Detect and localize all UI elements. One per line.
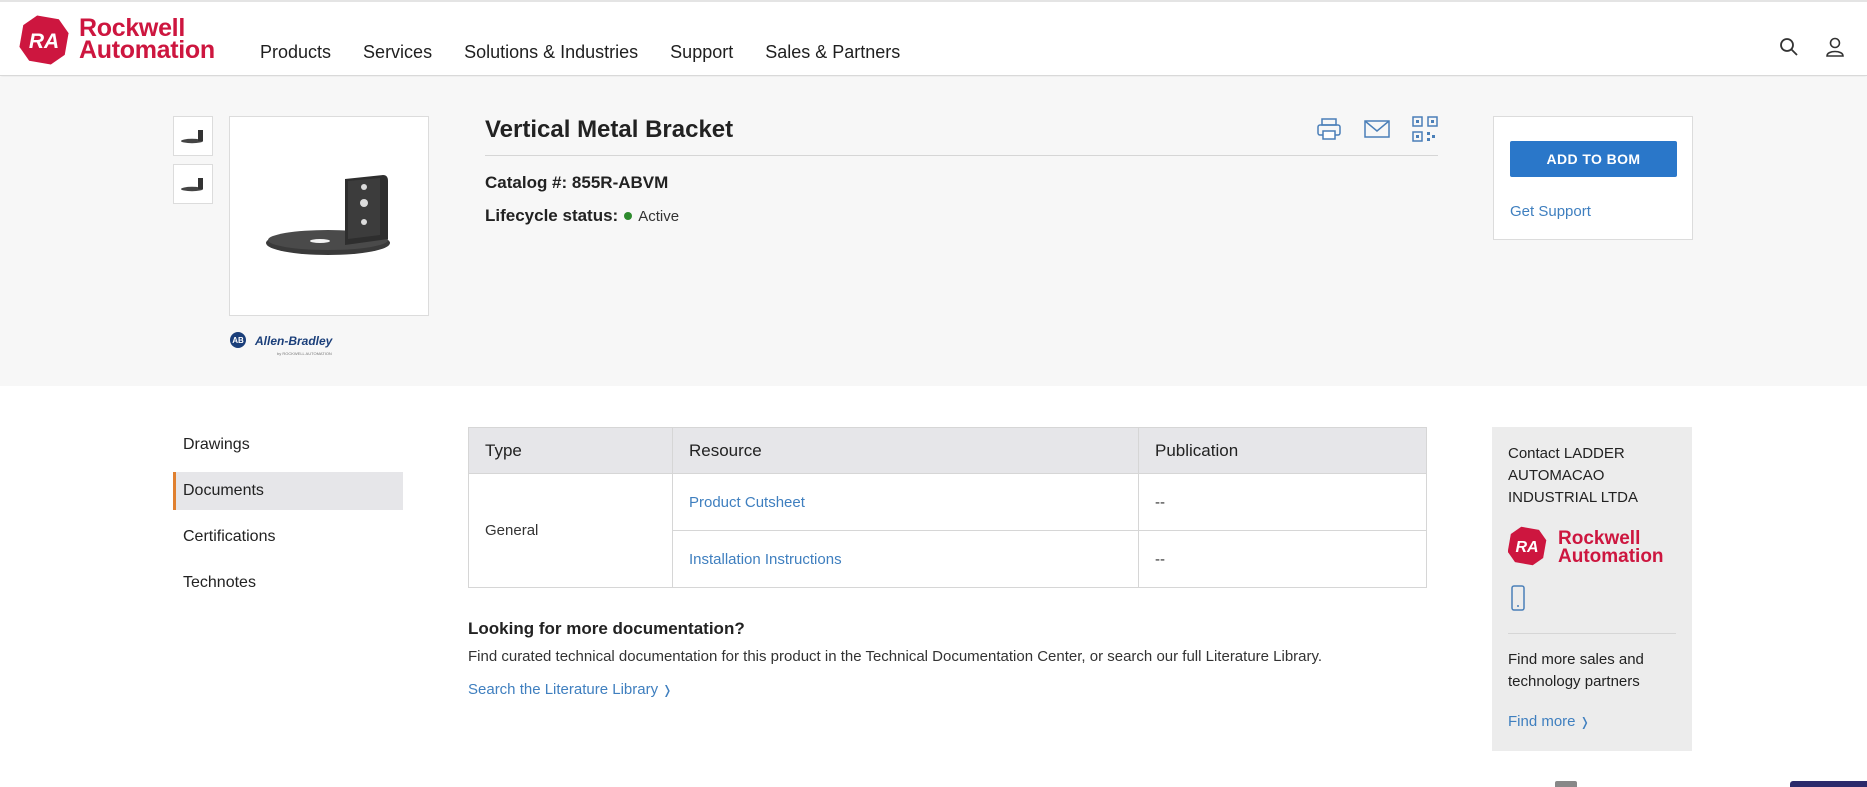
main-nav: Products Services Solutions & Industries… [260,42,932,63]
lifecycle-status: Lifecycle status: Active [485,206,679,226]
thumbnail-1[interactable] [173,116,213,156]
nav-solutions-industries[interactable]: Solutions & Industries [464,42,638,63]
phone-icon[interactable] [1508,585,1528,611]
resource-link-product-cutsheet[interactable]: Product Cutsheet [672,473,1139,531]
svg-text:by ROCKWELL AUTOMATION: by ROCKWELL AUTOMATION [277,351,332,356]
allen-bradley-mark-icon: AB Allen-Bradley by ROCKWELL AUTOMATION [230,332,334,356]
partners-text: Find more sales and technology partners [1508,651,1644,690]
vertical-bracket-image [266,175,390,255]
literature-library-link[interactable]: Search the Literature Library ❭ [468,681,672,698]
table-row: General Product Cutsheet -- [468,473,1427,588]
product-image[interactable] [229,116,429,316]
literature-library-label: Search the Literature Library [468,681,659,698]
find-more-label: Find more [1508,713,1576,730]
allen-bradley-logo: AB Allen-Bradley by ROCKWELL AUTOMATION [229,330,341,358]
nav-sales-partners[interactable]: Sales & Partners [765,42,900,63]
feedback-tab[interactable] [1790,781,1867,787]
nav-support[interactable]: Support [670,42,733,63]
chevron-right-icon: ❭ [1579,715,1590,729]
svg-text:Allen-Bradley: Allen-Bradley [254,334,334,348]
catalog-number: Catalog #: 855R-ABVM [485,173,668,193]
distributor-rockwell-logo: RA Rockwell Automation [1508,526,1664,567]
nav-services[interactable]: Services [363,42,432,63]
qr-code-icon[interactable] [1411,116,1439,142]
user-icon[interactable] [1824,36,1846,58]
catalog-label: Catalog #: [485,173,568,192]
column-header-publication: Publication [1138,427,1427,474]
resource-link-installation-instructions[interactable]: Installation Instructions [672,530,1139,588]
contact-heading: Contact LADDER AUTOMACAO INDUSTRIAL LTDA [1508,445,1639,506]
search-icon[interactable] [1778,36,1800,58]
find-more-link[interactable]: Find more ❭ [1508,713,1590,730]
type-cell: General [468,473,673,588]
lifecycle-value: Active [638,207,680,225]
rockwell-logo[interactable]: RA Rockwell Automation [19,15,231,67]
tab-certifications[interactable]: Certifications [173,518,403,556]
tab-technotes[interactable]: Technotes [173,564,403,602]
nav-products[interactable]: Products [260,42,331,63]
column-header-type: Type [468,427,673,474]
publication-cell: -- [1138,473,1427,531]
logo-wordmark: Rockwell Automation [79,16,215,64]
site-header: RA Rockwell Automation Products Services… [0,2,1867,76]
thumbnail-2[interactable] [173,164,213,204]
tab-drawings[interactable]: Drawings [173,426,403,464]
title-divider [485,155,1438,156]
contact-card: Contact LADDER AUTOMACAO INDUSTRIAL LTDA… [1492,427,1692,751]
column-header-resource: Resource [672,427,1139,474]
table-header-row: Type Resource Publication [468,427,1427,474]
logo-line-2: Automation [79,36,215,64]
svg-text:AB: AB [232,336,244,345]
documents-table: Type Resource Publication General Produc… [468,427,1427,588]
svg-text:RA: RA [1515,539,1538,556]
bracket-thumbnail-icon [181,130,203,144]
get-support-link[interactable]: Get Support [1510,203,1591,220]
svg-text:Automation: Automation [1558,546,1664,567]
add-to-bom-button[interactable]: ADD TO BOM [1510,141,1677,177]
contact-divider [1508,633,1676,634]
tab-documents[interactable]: Documents [173,472,403,510]
chevron-right-icon: ❭ [662,683,673,697]
status-dot-icon [624,212,633,220]
lifecycle-label: Lifecycle status: [485,206,619,225]
ra-logo-mark-icon: RA [19,15,69,65]
scroll-indicator [1555,781,1577,787]
bracket-thumbnail-icon [181,178,203,192]
bom-card: ADD TO BOM Get Support [1493,116,1693,240]
email-icon[interactable] [1363,116,1391,142]
product-title: Vertical Metal Bracket [485,116,734,143]
more-docs-heading: Looking for more documentation? [468,619,745,638]
catalog-value: 855R-ABVM [571,173,669,192]
more-docs-text: Find curated technical documentation for… [468,648,1323,665]
publication-cell: -- [1138,530,1427,588]
print-icon[interactable] [1315,116,1343,142]
svg-text:RA: RA [29,30,59,53]
